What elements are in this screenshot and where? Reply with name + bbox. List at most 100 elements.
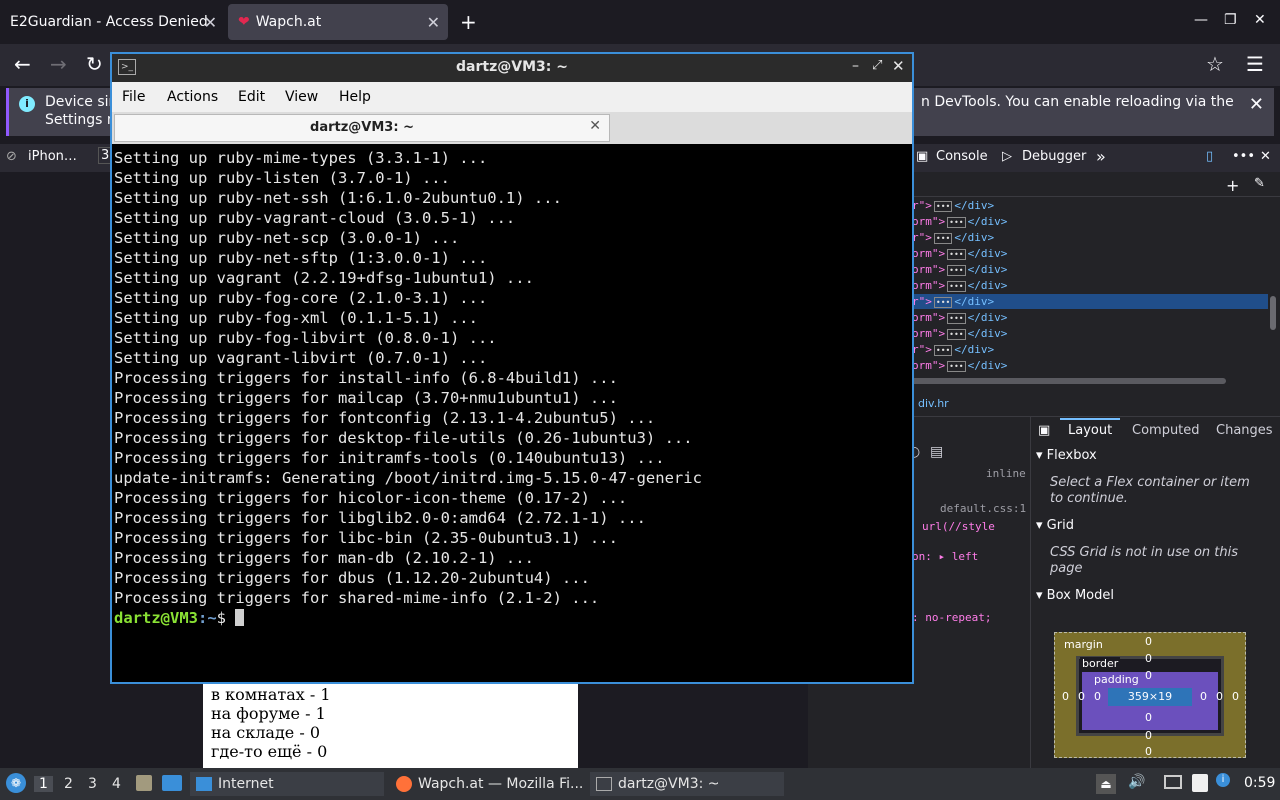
ellipsis-icon[interactable]: ••• bbox=[947, 329, 966, 340]
close-tab-icon[interactable]: ✕ bbox=[589, 118, 601, 134]
markup-row[interactable]: r"> ••• </div> bbox=[912, 231, 994, 244]
hamburger-menu-icon[interactable]: ☰ bbox=[1246, 52, 1264, 76]
tab-e2guardian[interactable]: E2Guardian - Access Denied ✕ bbox=[0, 4, 225, 40]
margin-bottom-value[interactable]: 0 bbox=[1145, 745, 1152, 758]
box-model-content[interactable]: 359×19 bbox=[1108, 688, 1192, 706]
margin-right-value[interactable]: 0 bbox=[1232, 690, 1239, 703]
back-arrow-icon[interactable]: ← bbox=[14, 52, 31, 76]
start-menu-icon[interactable]: ❁ bbox=[6, 773, 26, 793]
margin-top-value[interactable]: 0 bbox=[1145, 635, 1152, 648]
border-bottom-value[interactable]: 0 bbox=[1145, 729, 1152, 742]
border-right-value[interactable]: 0 bbox=[1216, 690, 1223, 703]
menu-actions[interactable]: Actions bbox=[167, 89, 218, 105]
markup-vertical-scrollbar[interactable] bbox=[1270, 296, 1276, 330]
tab-wapchat[interactable]: ❤ Wapch.at ✕ bbox=[228, 4, 448, 40]
more-options-icon[interactable]: ••• bbox=[1232, 149, 1255, 164]
close-tab-icon[interactable]: ✕ bbox=[427, 13, 440, 32]
terminal-output[interactable]: Setting up ruby-mime-types (3.3.1-1) ...… bbox=[114, 148, 910, 628]
menu-view[interactable]: View bbox=[285, 89, 318, 105]
breadcrumb[interactable]: div.hr bbox=[918, 397, 949, 410]
reload-icon[interactable]: ↻ bbox=[86, 52, 103, 76]
menu-edit[interactable]: Edit bbox=[238, 89, 265, 105]
file-manager-icon[interactable] bbox=[136, 775, 152, 791]
workspace-3[interactable]: 3 bbox=[88, 776, 97, 792]
box-model-section-header[interactable]: ▾ Box Model bbox=[1036, 588, 1114, 603]
tab-debugger[interactable]: Debugger bbox=[1022, 149, 1086, 164]
tab-console[interactable]: Console bbox=[936, 149, 988, 164]
margin-left-value[interactable]: 0 bbox=[1062, 690, 1069, 703]
device-selector[interactable]: iPhon… bbox=[28, 149, 77, 164]
markup-row[interactable]: r"> ••• </div> bbox=[912, 343, 994, 356]
ellipsis-icon[interactable]: ••• bbox=[947, 265, 966, 276]
terminal-titlebar[interactable]: >_ dartz@VM3: ~ – ⤢ ✕ bbox=[112, 54, 912, 82]
ellipsis-icon[interactable]: ••• bbox=[947, 249, 966, 260]
print-media-icon[interactable]: ▤ bbox=[930, 444, 943, 460]
ellipsis-icon[interactable]: ••• bbox=[933, 345, 953, 356]
markup-row[interactable]: orm"> ••• </div> bbox=[912, 247, 1007, 260]
padding-bottom-value[interactable]: 0 bbox=[1145, 711, 1152, 724]
maximize-icon[interactable]: ⤢ bbox=[872, 58, 882, 73]
markup-horizontal-scrollbar[interactable] bbox=[900, 378, 1226, 384]
padding-top-value[interactable]: 0 bbox=[1145, 669, 1152, 682]
rule-value[interactable]: : no-repeat; bbox=[912, 611, 991, 624]
tab-computed[interactable]: Computed bbox=[1132, 423, 1200, 438]
close-notification-icon[interactable]: ✕ bbox=[1249, 94, 1264, 115]
markup-row[interactable]: orm"> ••• </div> bbox=[912, 327, 1007, 340]
markup-row[interactable]: orm"> ••• </div> bbox=[912, 279, 1007, 292]
workspace-2[interactable]: 2 bbox=[64, 776, 73, 792]
eyedropper-icon[interactable]: ✎ bbox=[1254, 176, 1265, 191]
terminal-tab[interactable]: dartz@VM3: ~ ✕ bbox=[114, 114, 610, 142]
terminal-window[interactable]: >_ dartz@VM3: ~ – ⤢ ✕ File Actions Edit … bbox=[110, 52, 914, 684]
flexbox-section-header[interactable]: ▾ Flexbox bbox=[1036, 448, 1097, 463]
taskbar-task-terminal[interactable]: dartz@VM3: ~ bbox=[590, 772, 784, 796]
workspace-4[interactable]: 4 bbox=[112, 776, 121, 792]
close-window-button[interactable]: ✕ bbox=[1254, 12, 1266, 28]
border-top-value[interactable]: 0 bbox=[1145, 652, 1152, 665]
taskbar-task-internet[interactable]: Internet bbox=[190, 772, 384, 796]
close-devtools-icon[interactable]: ✕ bbox=[1260, 149, 1271, 164]
clipboard-icon[interactable] bbox=[1192, 774, 1208, 792]
menu-file[interactable]: File bbox=[122, 89, 145, 105]
grid-section-header[interactable]: ▾ Grid bbox=[1036, 518, 1074, 533]
terminal-prompt-line[interactable]: dartz@VM3:~$ bbox=[114, 608, 910, 628]
markup-row[interactable]: orm"> ••• </div> bbox=[912, 215, 1007, 228]
padding-left-value[interactable]: 0 bbox=[1094, 690, 1101, 703]
markup-row[interactable]: r"> ••• </div> bbox=[912, 199, 994, 212]
rule-value[interactable]: on: ▸ left bbox=[912, 550, 978, 563]
ellipsis-icon[interactable]: ••• bbox=[947, 313, 966, 324]
volume-icon[interactable]: 🔊 bbox=[1128, 774, 1145, 790]
sidebar-toggle-icon[interactable]: ▣ bbox=[1038, 423, 1050, 438]
clock[interactable]: 0:59 bbox=[1244, 775, 1275, 791]
notification-icon[interactable]: i bbox=[1216, 773, 1230, 787]
padding-right-value[interactable]: 0 bbox=[1200, 690, 1207, 703]
ellipsis-icon[interactable]: ••• bbox=[947, 361, 966, 372]
menu-help[interactable]: Help bbox=[339, 89, 371, 105]
new-tab-button[interactable]: + bbox=[460, 10, 477, 34]
maximize-button[interactable]: ❐ bbox=[1224, 12, 1237, 28]
rule-value[interactable]: url(//style bbox=[922, 520, 995, 533]
forward-arrow-icon[interactable]: → bbox=[50, 52, 67, 76]
tab-layout[interactable]: Layout bbox=[1068, 423, 1112, 438]
minimize-button[interactable]: — bbox=[1194, 12, 1208, 28]
close-icon[interactable]: ✕ bbox=[892, 57, 905, 75]
tab-changes[interactable]: Changes bbox=[1216, 423, 1273, 438]
taskbar-task-firefox[interactable]: Wapch.at — Mozilla Fi... bbox=[390, 772, 586, 796]
markup-row[interactable]: orm"> ••• </div> bbox=[912, 359, 1007, 372]
ellipsis-icon[interactable]: ••• bbox=[933, 201, 953, 212]
network-icon[interactable] bbox=[1164, 775, 1182, 789]
ellipsis-icon[interactable]: ••• bbox=[947, 281, 966, 292]
markup-row[interactable]: r"> ••• </div> bbox=[912, 295, 994, 308]
device-icon[interactable]: ⊘ bbox=[6, 149, 17, 164]
eject-icon[interactable]: ⏏ bbox=[1096, 774, 1116, 794]
desktop-icon[interactable] bbox=[162, 775, 182, 791]
ellipsis-icon[interactable]: ••• bbox=[947, 217, 966, 228]
workspace-1[interactable]: 1 bbox=[34, 776, 53, 792]
ellipsis-icon[interactable]: ••• bbox=[933, 233, 953, 244]
rule-source[interactable]: default.css:1 bbox=[940, 502, 1026, 515]
bookmark-star-icon[interactable]: ☆ bbox=[1206, 52, 1224, 76]
add-node-icon[interactable]: + bbox=[1226, 176, 1239, 195]
border-left-value[interactable]: 0 bbox=[1078, 690, 1085, 703]
markup-row[interactable]: orm"> ••• </div> bbox=[912, 311, 1007, 324]
responsive-mode-icon[interactable]: ▯ bbox=[1206, 149, 1213, 164]
markup-row[interactable]: orm"> ••• </div> bbox=[912, 263, 1007, 276]
